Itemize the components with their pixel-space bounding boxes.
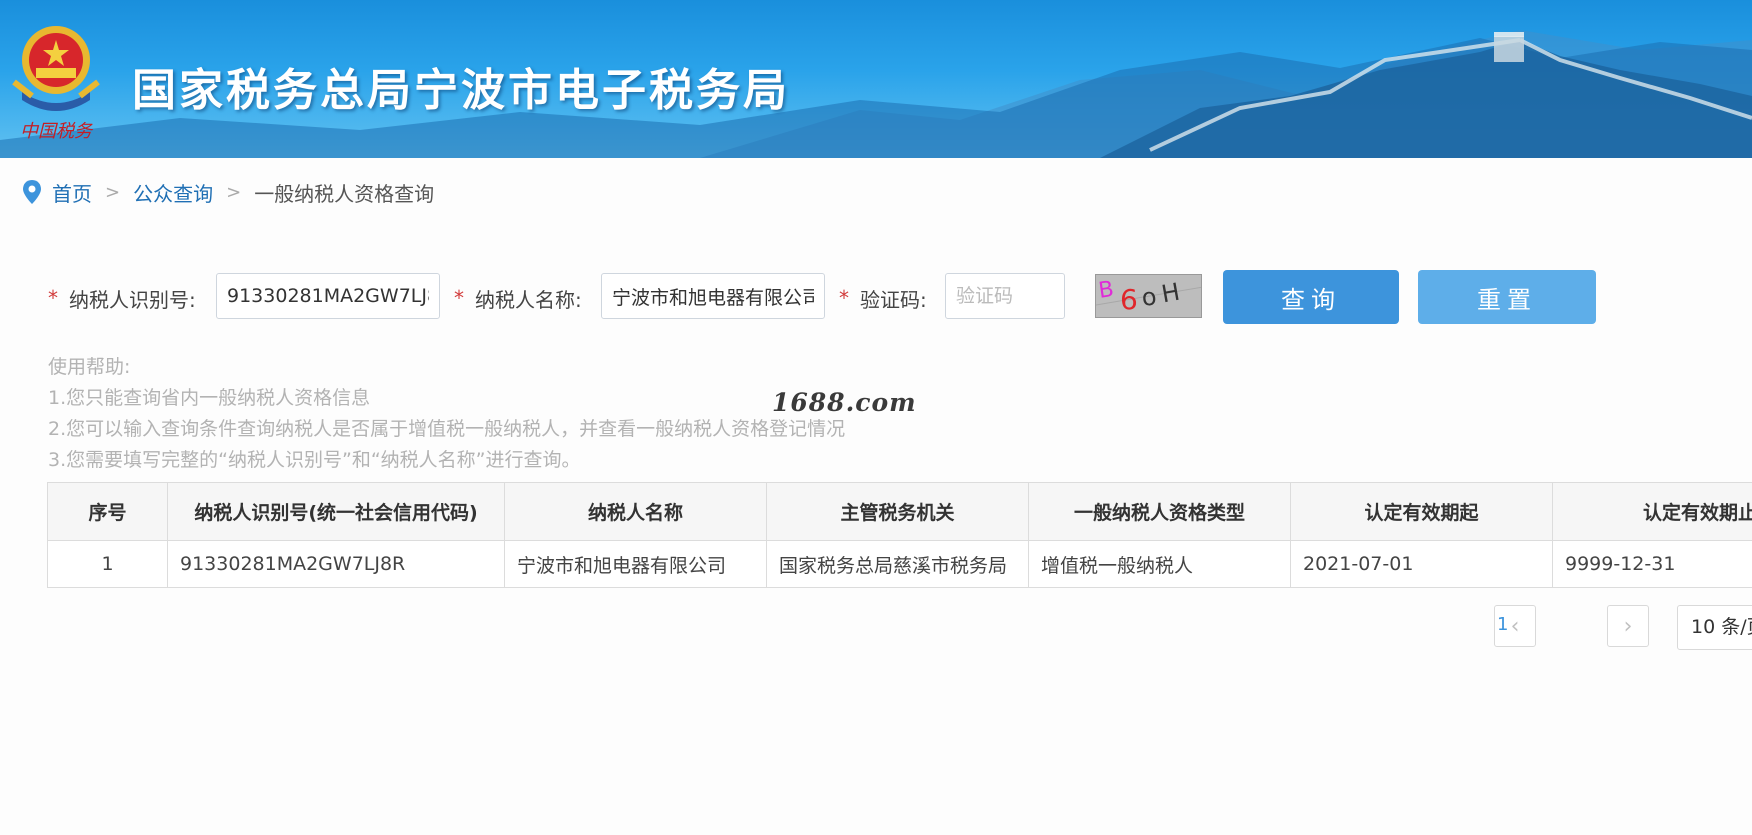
breadcrumb-separator: > <box>105 181 121 203</box>
required-mark: * <box>454 286 464 310</box>
page-size-select[interactable]: 10 条/页 <box>1677 605 1752 650</box>
location-pin-icon <box>23 180 41 204</box>
captcha-char: o <box>1140 282 1158 311</box>
help-line: 1.您只能查询省内一般纳税人资格信息 <box>48 387 371 409</box>
breadcrumb-public-query-link[interactable]: 公众查询 <box>133 178 213 207</box>
table-cell: 国家税务总局慈溪市税务局 <box>766 540 1029 588</box>
table-cell: 1 <box>47 540 168 588</box>
table-cell: 91330281MA2GW7LJ8R <box>167 540 505 588</box>
chevron-right-icon: › <box>1623 613 1633 639</box>
breadcrumb-home-link[interactable]: 首页 <box>52 178 92 207</box>
table-cell: 9999-12-31 <box>1552 540 1752 588</box>
results-table: 序号 纳税人识别号(统一社会信用代码) 纳税人名称 主管税务机关 一般纳税人资格… <box>47 482 1752 588</box>
query-button[interactable]: 查询 <box>1223 270 1399 324</box>
taxpayer-name-label: 纳税人名称: <box>475 288 582 312</box>
help-line: 2.您可以输入查询条件查询纳税人是否属于增值税一般纳税人，并查看一般纳税人资格登… <box>48 418 846 440</box>
captcha-label: 验证码: <box>860 288 927 312</box>
column-header: 主管税务机关 <box>766 482 1029 541</box>
page-number[interactable]: 1 <box>1497 614 1508 635</box>
captcha-image[interactable]: B 6 o H <box>1095 274 1202 318</box>
table-cell: 宁波市和旭电器有限公司 <box>504 540 767 588</box>
table-header-row: 序号 纳税人识别号(统一社会信用代码) 纳税人名称 主管税务机关 一般纳税人资格… <box>47 482 1752 541</box>
column-header: 认定有效期止 <box>1552 482 1752 541</box>
column-header: 认定有效期起 <box>1290 482 1553 541</box>
column-header: 纳税人识别号(统一社会信用代码) <box>167 482 505 541</box>
captcha-char: 6 <box>1120 283 1138 316</box>
help-title: 使用帮助: <box>48 356 131 378</box>
reset-button[interactable]: 重置 <box>1418 270 1596 324</box>
breadcrumb-current: 一般纳税人资格查询 <box>254 181 435 206</box>
captcha-char: H <box>1159 278 1182 309</box>
usage-help: 使用帮助: 1.您只能查询省内一般纳税人资格信息 2.您可以输入查询条件查询纳税… <box>48 352 845 476</box>
chevron-left-icon: ‹ <box>1510 613 1520 639</box>
national-emblem-icon: 中国税务 <box>12 26 100 142</box>
next-page-button[interactable]: › <box>1607 605 1649 647</box>
captcha-input[interactable] <box>945 273 1065 319</box>
help-line: 3.您需要填写完整的“纳税人识别号”和“纳税人名称”进行查询。 <box>48 449 581 471</box>
breadcrumb: 首页 > 公众查询 > 一般纳税人资格查询 <box>22 177 434 207</box>
site-title: 国家税务总局宁波市电子税务局 <box>132 65 790 116</box>
watermark: 1688.com <box>772 388 917 417</box>
table-cell: 2021-07-01 <box>1290 540 1553 588</box>
column-header: 纳税人名称 <box>504 482 767 541</box>
required-mark: * <box>839 286 849 310</box>
table-cell: 增值税一般纳税人 <box>1028 540 1291 588</box>
required-mark: * <box>48 286 58 310</box>
svg-text:中国税务: 中国税务 <box>20 121 94 142</box>
breadcrumb-separator: > <box>226 181 242 203</box>
column-header: 序号 <box>47 482 168 541</box>
column-header: 一般纳税人资格类型 <box>1028 482 1291 541</box>
table-row: 1 91330281MA2GW7LJ8R 宁波市和旭电器有限公司 国家税务总局慈… <box>47 540 1752 588</box>
taxpayer-id-label: 纳税人识别号: <box>69 288 196 312</box>
taxpayer-id-input[interactable] <box>216 273 440 319</box>
header-banner: 中国税务 国家税务总局宁波市电子税务局 <box>0 0 1752 158</box>
taxpayer-name-input[interactable] <box>601 273 825 319</box>
captcha-char: B <box>1097 277 1115 304</box>
